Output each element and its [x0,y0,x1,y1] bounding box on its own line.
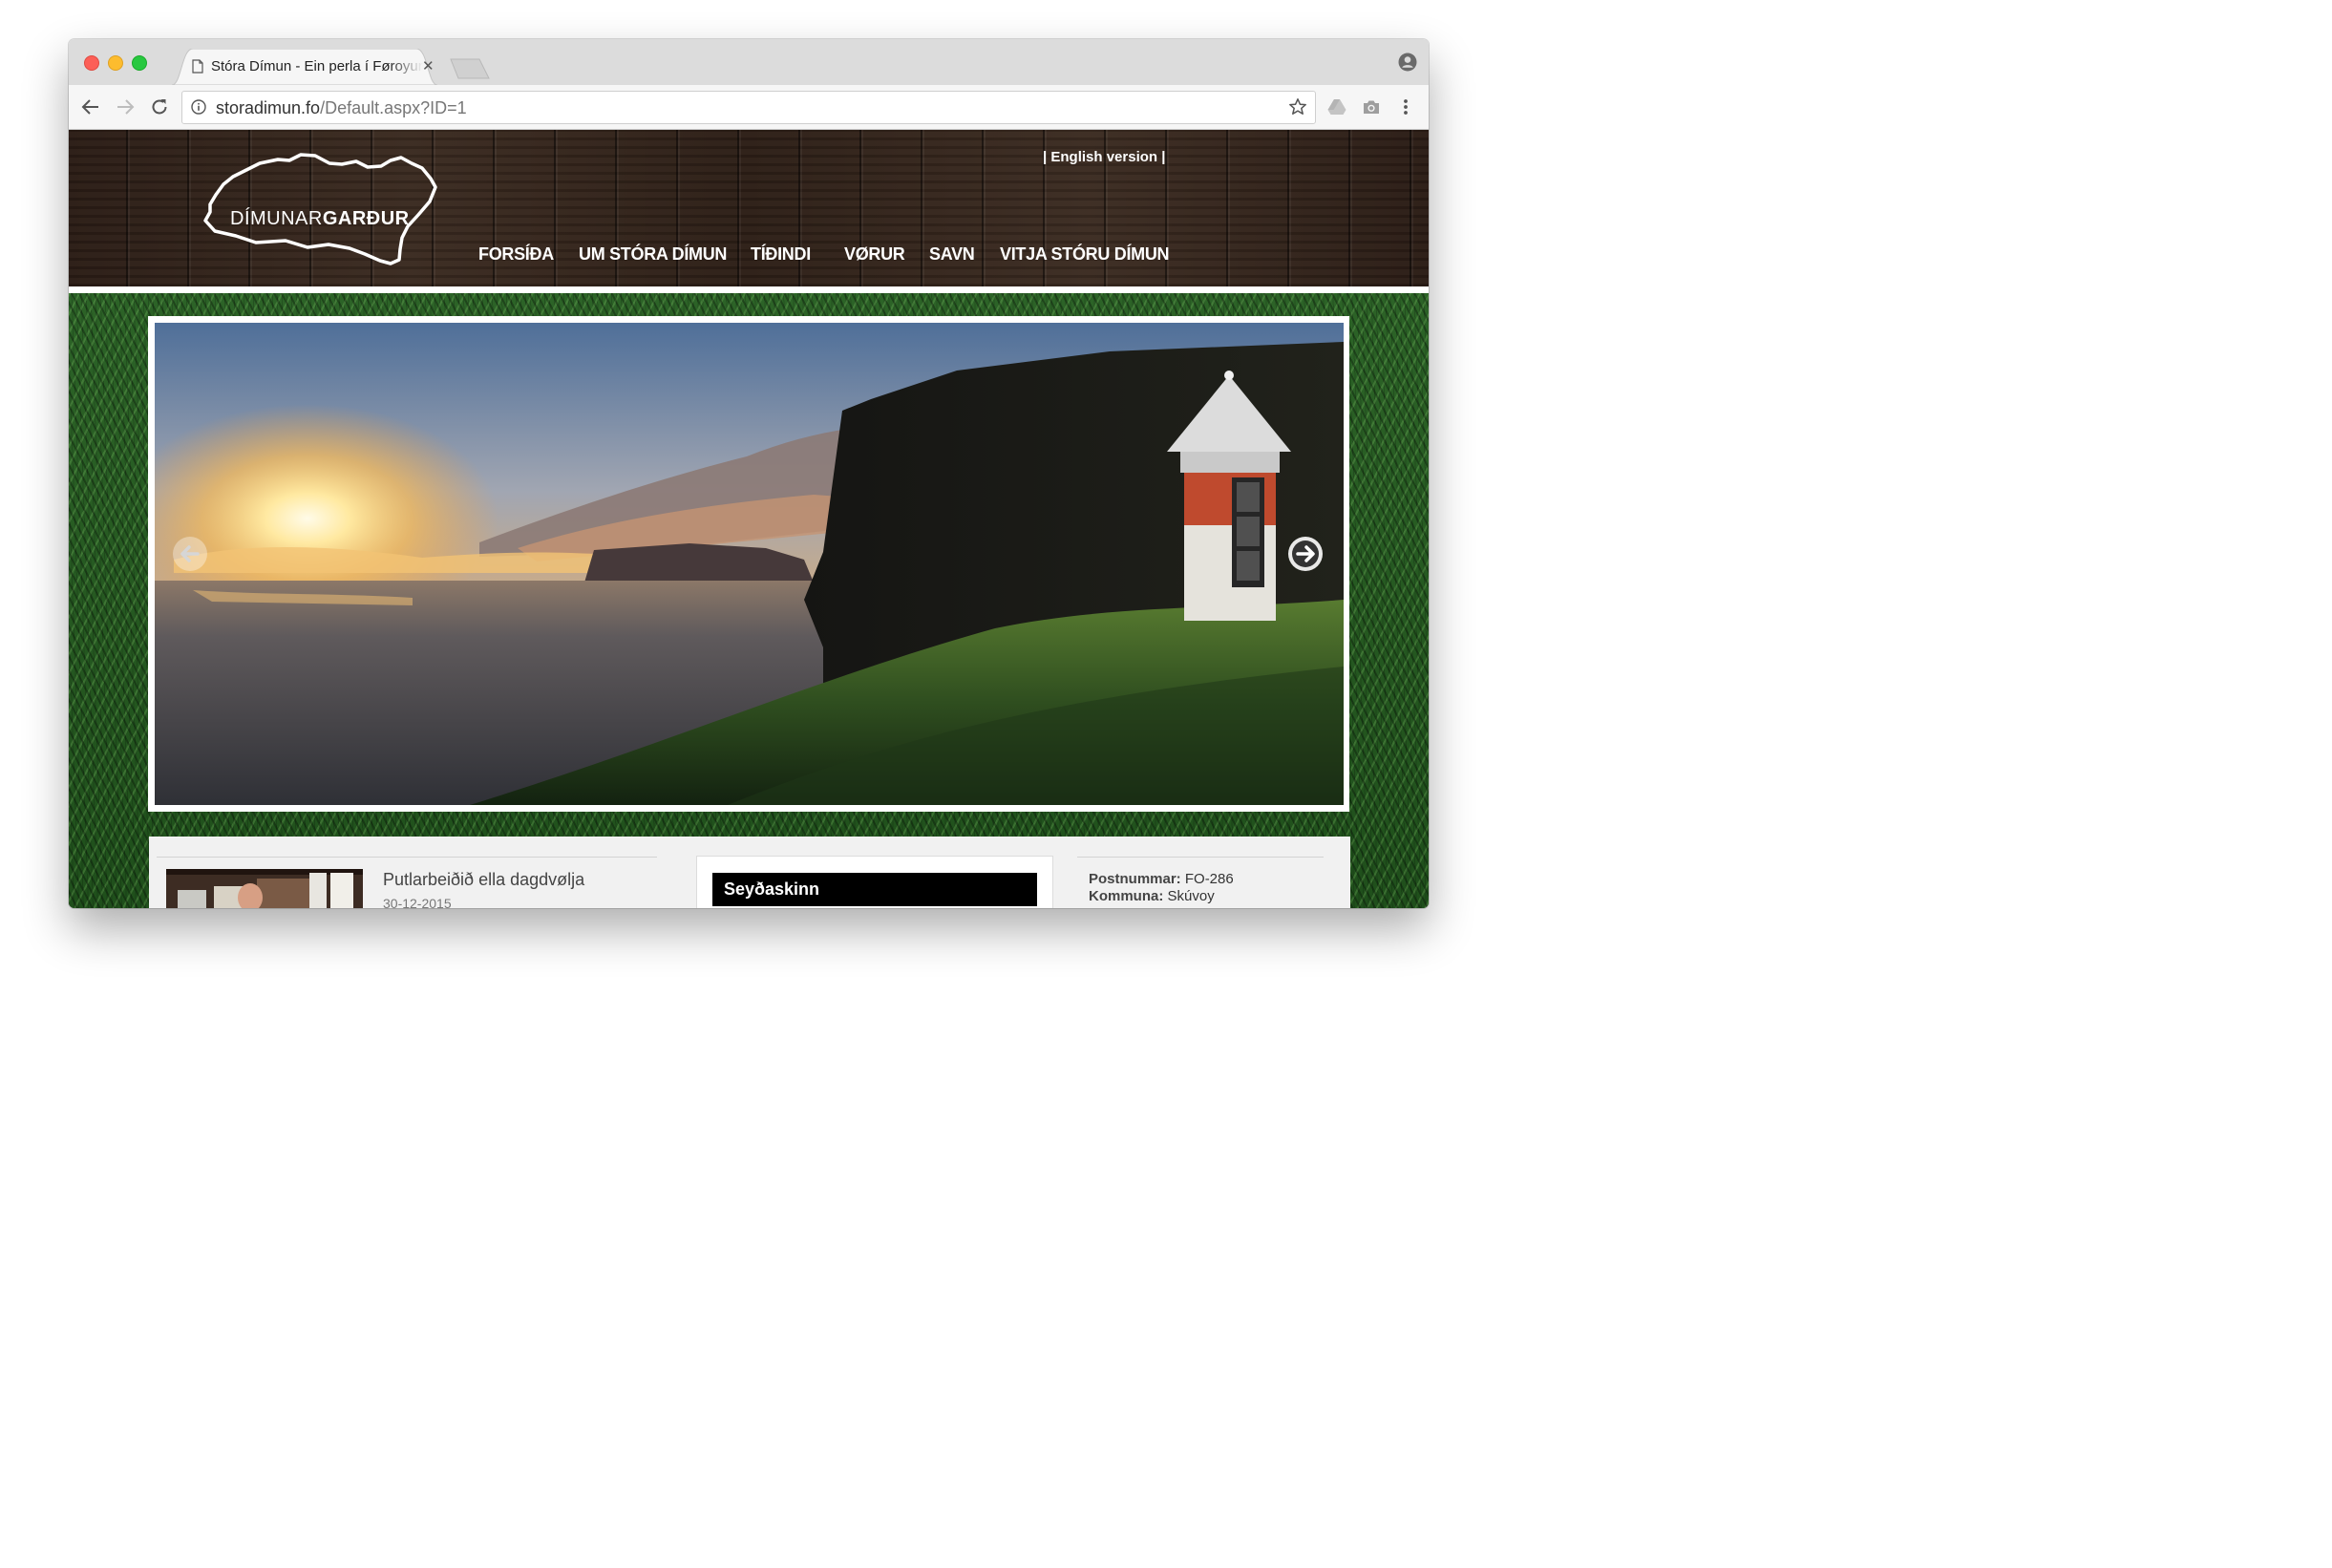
sunset-lighthouse-photo [155,323,1344,805]
municipality-label: Kommuna: [1089,888,1164,904]
star-icon[interactable] [1288,97,1307,117]
close-window-button[interactable] [84,55,99,71]
nav-item-savn[interactable]: SAVN [929,244,975,265]
nav-item-tidindi[interactable]: TÍÐINDI [751,244,811,265]
tab-close-icon[interactable]: ✕ [422,57,435,74]
info-divider [1077,857,1324,858]
address-bar[interactable]: storadimun.fo/Default.aspx?ID=1 [181,91,1316,124]
postcode-line: Postnummar: FO-286 [1089,871,1234,888]
browser-toolbar: storadimun.fo/Default.aspx?ID=1 [69,85,1429,130]
url-host: storadimun.fo [216,98,321,117]
news-photo [166,869,363,908]
arrow-right-icon[interactable] [1287,536,1324,572]
product-box: Seyðaskinn [696,856,1053,908]
logo-wordmark: DÍMUNARGARÐUR [230,208,410,230]
slide-image [155,323,1344,805]
image-slider [148,316,1349,812]
minimize-window-button[interactable] [108,55,123,71]
web-page: DÍMUNARGARÐUR | English version | FORSÍÐ… [69,130,1429,908]
nav-item-um-stora-dimun[interactable]: UM STÓRA DÍMUN [579,244,727,265]
postcode-label: Postnummar: [1089,871,1181,887]
nav-item-vorur[interactable]: VØRUR [844,244,905,265]
back-icon[interactable] [80,96,101,117]
zoom-window-button[interactable] [132,55,147,71]
logo-bold: GARÐUR [322,208,410,229]
menu-icon[interactable] [1396,97,1415,117]
arrow-left-icon[interactable] [172,536,208,572]
address-info: Postnummar: FO-286 Kommuna: Skúvoy [1089,871,1234,905]
news-thumbnail[interactable] [166,869,363,908]
forward-icon[interactable] [115,96,136,117]
municipality-line: Kommuna: Skúvoy [1089,888,1234,905]
browser-tab[interactable]: Stóra Dímun - Ein perla í Føroyum ✕ [172,49,437,85]
reload-icon[interactable] [149,96,170,117]
site-header: DÍMUNARGARÐUR | English version | FORSÍÐ… [69,130,1429,286]
browser-window: Stóra Dímun - Ein perla í Føroyum ✕ stor… [69,39,1429,908]
news-title[interactable]: Putlarbeiðið ella dagdvølja [383,870,584,890]
tab-strip: Stóra Dímun - Ein perla í Føroyum ✕ [69,39,1429,85]
header-divider [69,286,1429,293]
info-icon[interactable] [191,99,206,115]
postcode-value: FO-286 [1184,871,1234,887]
url-text: storadimun.fo/Default.aspx?ID=1 [216,98,467,118]
nav-item-forsida[interactable]: FORSÍÐA [478,244,554,265]
nav-item-vitja-storu-dimun[interactable]: VITJA STÓRU DÍMUN [1000,244,1170,265]
municipality-value: Skúvoy [1167,888,1215,904]
tab-title: Stóra Dímun - Ein perla í Føroyum [211,58,423,74]
english-version-link[interactable]: | English version | [1043,149,1165,165]
url-path: /Default.aspx?ID=1 [320,98,467,117]
box-heading: Seyðaskinn [712,873,1037,906]
news-divider [157,857,657,858]
new-tab-button[interactable] [449,58,491,79]
news-date: 30-12-2015 [383,896,452,908]
document-icon [192,59,203,74]
island-outline-icon [203,153,437,265]
logo-light: DÍMUNAR [230,208,323,229]
profile-icon[interactable] [1398,53,1417,72]
drive-icon[interactable] [1327,97,1346,117]
content-panel: Putlarbeiðið ella dagdvølja 30-12-2015 S… [149,837,1350,908]
camera-icon[interactable] [1362,97,1381,117]
site-logo[interactable]: DÍMUNARGARÐUR [197,145,441,265]
